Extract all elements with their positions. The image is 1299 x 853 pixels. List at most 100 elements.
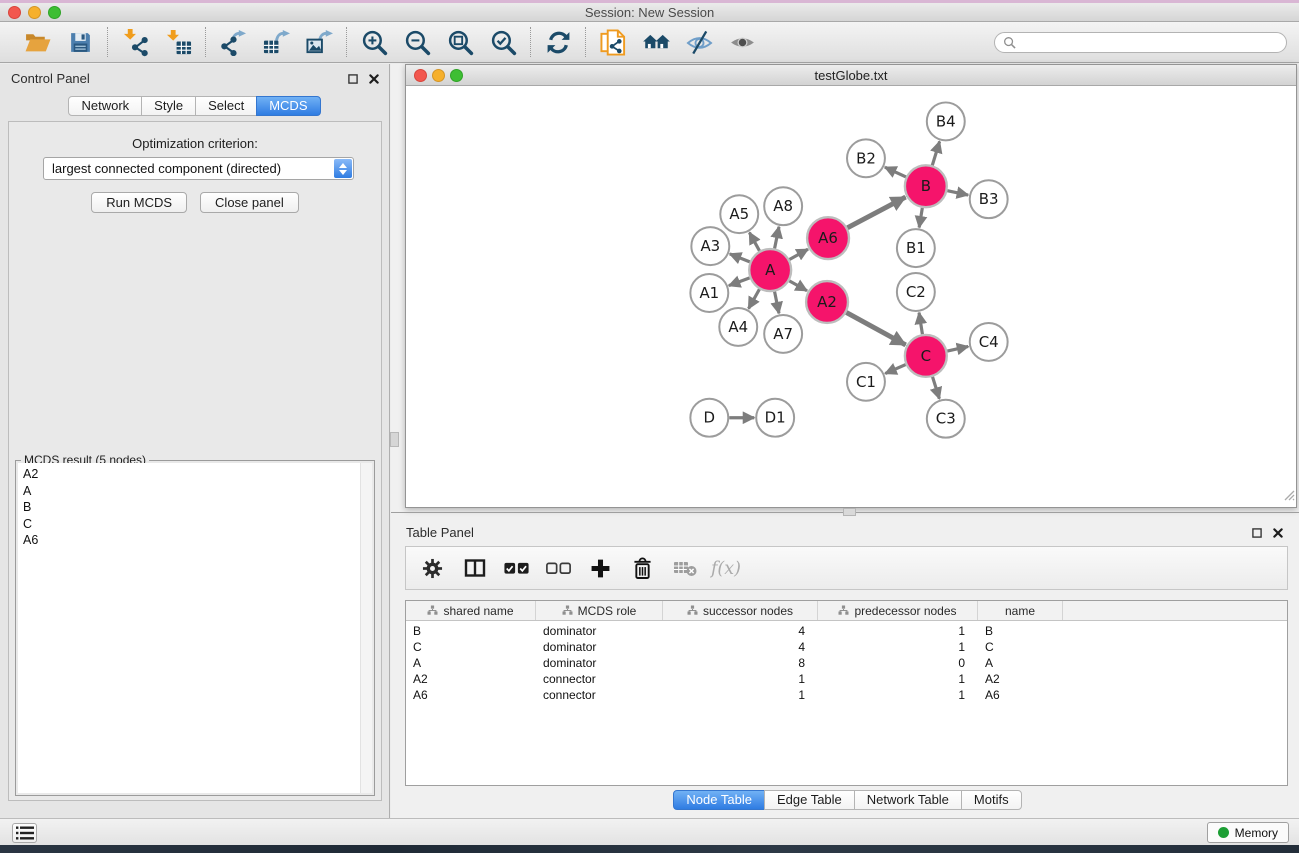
node-B1[interactable]: B1 <box>897 229 935 267</box>
delete-columns-button[interactable] <box>626 552 659 584</box>
edge-B-B2[interactable] <box>885 167 906 177</box>
edge-A-A2[interactable] <box>789 281 807 291</box>
tab-motifs[interactable]: Motifs <box>961 790 1022 810</box>
node-B[interactable]: B <box>905 165 947 207</box>
create-column-button[interactable] <box>584 552 617 584</box>
tab-network-table[interactable]: Network Table <box>854 790 962 810</box>
edge-B-B4[interactable] <box>932 141 939 165</box>
mcds-result-item[interactable]: C <box>23 516 372 533</box>
tab-style[interactable]: Style <box>141 96 196 116</box>
zoom-selected-button[interactable] <box>488 27 518 57</box>
new-network-from-selection-button[interactable] <box>598 27 628 57</box>
edge-C-C4[interactable] <box>947 346 968 351</box>
edge-B-B1[interactable] <box>919 208 922 228</box>
network-canvas[interactable]: B4 B2 B B3 A8A5 A6 A3 B1 A A1 C2 A2 A4A7 C4 C C1 C3 D D1 <box>406 87 1296 507</box>
node-A4[interactable]: A4 <box>719 308 757 346</box>
float-table-panel-icon[interactable] <box>1251 527 1263 539</box>
node-A3[interactable]: A3 <box>691 227 729 265</box>
zoom-in-button[interactable] <box>359 27 389 57</box>
optimization-criterion-select[interactable]: largest connected component (directed) <box>43 157 354 180</box>
close-panel-icon[interactable] <box>368 73 380 85</box>
run-mcds-button[interactable]: Run MCDS <box>91 192 187 213</box>
function-builder-button[interactable]: f(x) <box>710 552 743 584</box>
node-A7[interactable]: A7 <box>764 315 802 353</box>
close-panel-button[interactable]: Close panel <box>200 192 299 213</box>
table-row[interactable]: Cdominator41C <box>406 639 1287 655</box>
export-table-button[interactable] <box>261 27 291 57</box>
mcds-result-item[interactable]: B <box>23 499 372 516</box>
mcds-result-item[interactable]: A6 <box>23 532 372 549</box>
edge-C-C3[interactable] <box>933 377 940 399</box>
node-A2[interactable]: A2 <box>806 281 848 323</box>
column-header-name[interactable]: name <box>978 601 1063 620</box>
import-network-button[interactable] <box>120 27 150 57</box>
close-window-button[interactable] <box>8 6 21 19</box>
node-B3[interactable]: B3 <box>970 180 1008 218</box>
node-C3[interactable]: C3 <box>927 400 965 438</box>
edge-A-A5[interactable] <box>749 233 759 251</box>
column-header-shared-name[interactable]: shared name <box>406 601 536 620</box>
column-header-predecessor-nodes[interactable]: predecessor nodes <box>818 601 978 620</box>
edge-A-A6[interactable] <box>789 249 808 259</box>
mcds-result-item[interactable]: A <box>23 483 372 500</box>
save-session-button[interactable] <box>65 27 95 57</box>
node-A[interactable]: A <box>749 249 791 291</box>
unselect-all-columns-button[interactable] <box>542 552 575 584</box>
edge-A-A8[interactable] <box>775 227 779 249</box>
eye-button[interactable] <box>727 27 757 57</box>
node-A6[interactable]: A6 <box>807 217 849 259</box>
node-C4[interactable]: C4 <box>970 323 1008 361</box>
node-A8[interactable]: A8 <box>764 187 802 225</box>
edge-C-C1[interactable] <box>885 365 905 374</box>
network-close-button[interactable] <box>414 69 427 82</box>
node-B4[interactable]: B4 <box>927 102 965 140</box>
export-image-button[interactable] <box>304 27 334 57</box>
node-A5[interactable]: A5 <box>720 195 758 233</box>
tab-select[interactable]: Select <box>195 96 257 116</box>
open-session-button[interactable] <box>22 27 52 57</box>
table-mode-button[interactable] <box>458 552 491 584</box>
tab-mcds[interactable]: MCDS <box>256 96 320 116</box>
table-settings-button[interactable] <box>416 552 449 584</box>
edge-B-B3[interactable] <box>947 191 968 195</box>
column-header-mcds-role[interactable]: MCDS role <box>536 601 663 620</box>
node-D[interactable]: D <box>690 399 728 437</box>
import-table-button[interactable] <box>163 27 193 57</box>
tab-node-table[interactable]: Node Table <box>673 790 765 810</box>
table-row[interactable]: A6connector11A6 <box>406 687 1287 703</box>
resize-grip-icon[interactable] <box>1282 488 1295 506</box>
apply-layout-button[interactable] <box>543 27 573 57</box>
node-C2[interactable]: C2 <box>897 273 935 311</box>
delete-table-button[interactable] <box>668 552 701 584</box>
node-D1[interactable]: D1 <box>756 399 794 437</box>
node-B2[interactable]: B2 <box>847 139 885 177</box>
edge-C-C2[interactable] <box>919 313 922 335</box>
table-row[interactable]: Bdominator41B <box>406 623 1287 639</box>
node-A1[interactable]: A1 <box>690 274 728 312</box>
zoom-out-button[interactable] <box>402 27 432 57</box>
select-all-columns-button[interactable] <box>500 552 533 584</box>
network-graph[interactable]: B4 B2 B B3 A8A5 A6 A3 B1 A A1 C2 A2 A4A7 C4 C C1 C3 D D1 <box>406 87 1296 507</box>
edge-A6-B[interactable] <box>847 197 905 228</box>
eye-slash-button[interactable] <box>684 27 714 57</box>
node-C[interactable]: C <box>905 335 947 377</box>
column-header-successor-nodes[interactable]: successor nodes <box>663 601 818 620</box>
horizontal-splitter-grip[interactable] <box>843 508 856 516</box>
network-zoom-button[interactable] <box>450 69 463 82</box>
close-table-panel-icon[interactable] <box>1272 527 1284 539</box>
table-row[interactable]: A2connector11A2 <box>406 671 1287 687</box>
network-window-titlebar[interactable]: testGlobe.txt <box>406 65 1296 86</box>
tab-edge-table[interactable]: Edge Table <box>764 790 855 810</box>
node-C1[interactable]: C1 <box>847 363 885 401</box>
show-tasks-button[interactable] <box>12 823 37 843</box>
network-minimize-button[interactable] <box>432 69 445 82</box>
edge-A-A1[interactable] <box>729 278 750 286</box>
edge-A-A7[interactable] <box>775 292 779 314</box>
search-input[interactable] <box>994 32 1287 53</box>
tab-network[interactable]: Network <box>68 96 142 116</box>
zoom-fit-button[interactable] <box>445 27 475 57</box>
edge-A-A3[interactable] <box>730 254 750 262</box>
houses-button[interactable] <box>641 27 671 57</box>
edge-A2-C[interactable] <box>846 312 905 344</box>
float-panel-icon[interactable] <box>347 73 359 85</box>
